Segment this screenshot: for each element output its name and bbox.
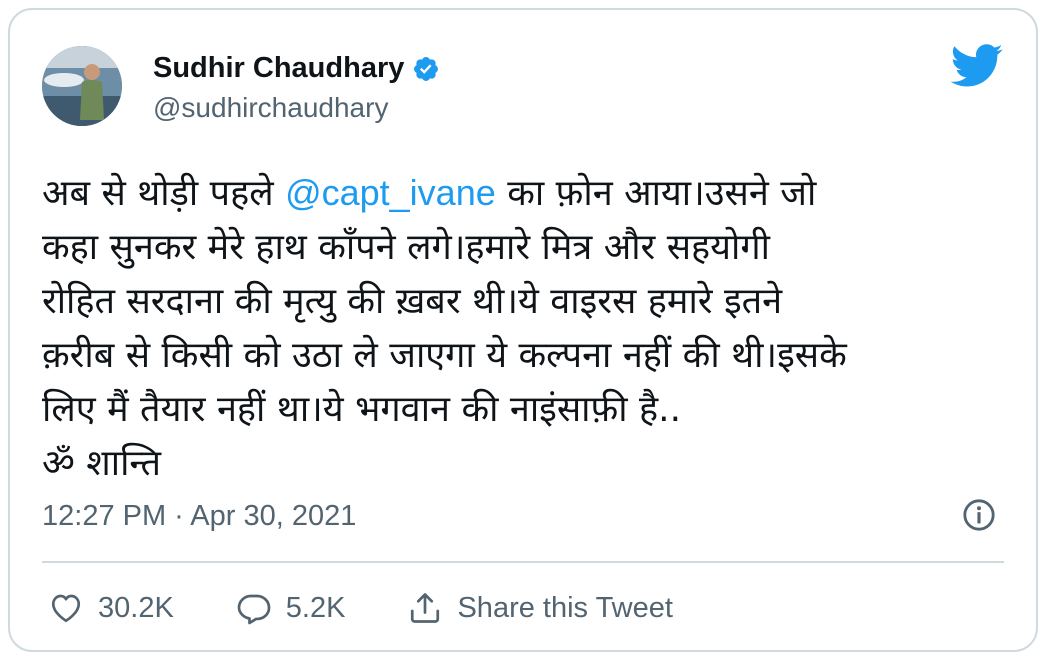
avatar[interactable] [42, 46, 122, 126]
divider [42, 561, 1004, 563]
author-display-name[interactable]: Sudhir Chaudhary [153, 52, 404, 85]
tweet-timestamp[interactable]: 12:27 PM · Apr 30, 2021 [42, 500, 356, 533]
reply-icon [237, 594, 271, 625]
author-handle[interactable]: @sudhirchaudhary [153, 92, 388, 124]
tweet-line: लिए मैं तैयार नहीं था।ये भगवान की नाइंसा… [42, 389, 682, 430]
tweet-line: रोहित सरदाना की मृत्यु की ख़बर थी।ये वाइ… [42, 281, 783, 322]
share-icon [411, 593, 440, 623]
heart-icon [51, 594, 81, 623]
tweet-line: क़रीब से किसी को उठा ले जाएगा ये कल्पना … [42, 335, 847, 376]
twitter-logo-icon[interactable] [950, 44, 1004, 88]
tweet-text: अब से थोड़ी पहले @capt_ivane का फ़ोन आया… [42, 166, 1002, 491]
tweet-line: अब से थोड़ी पहले @capt_ivane का फ़ोन आया… [42, 172, 817, 214]
author-name[interactable]: Sudhir Chaudhary [153, 52, 440, 85]
tweet-line: ॐ शान्ति [42, 443, 162, 484]
tweet-actions: 30.2K 5.2K Share this Tweet [48, 586, 735, 630]
reply-button[interactable]: 5.2K [236, 590, 346, 626]
share-label: Share this Tweet [457, 591, 673, 624]
like-button[interactable]: 30.2K [48, 590, 174, 626]
verified-badge-icon [414, 56, 439, 81]
mention-link[interactable]: @capt_ivane [285, 172, 496, 213]
share-button[interactable]: Share this Tweet [407, 590, 673, 626]
tweet-card: Sudhir Chaudhary @sudhirchaudhary अब से … [8, 8, 1038, 652]
tweet-line: कहा सुनकर मेरे हाथ काँपने लगे।हमारे मित्… [42, 227, 770, 268]
info-icon[interactable] [962, 498, 996, 532]
like-count: 30.2K [98, 591, 174, 624]
reply-count: 5.2K [285, 591, 346, 624]
